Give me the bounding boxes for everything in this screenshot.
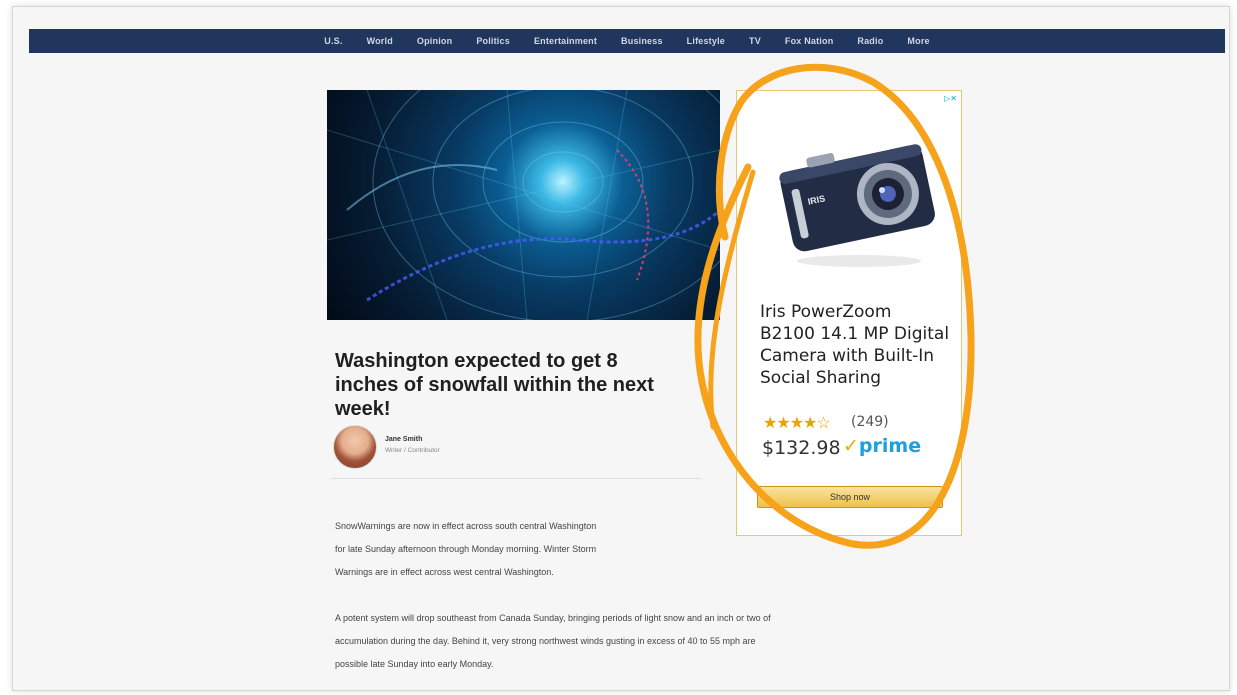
nav-item-fox-nation[interactable]: Fox Nation (785, 36, 834, 46)
prime-badge: ✓prime (843, 435, 921, 457)
author-name[interactable]: Jane Smith (385, 436, 422, 443)
ad-title-line: Iris PowerZoom (760, 302, 892, 322)
nav-item-more[interactable]: More (907, 36, 929, 46)
paragraph-line: for late Sunday afternoon through Monday… (335, 544, 597, 554)
ad-price: $132.98 (762, 437, 841, 459)
ad-product-title[interactable]: Iris PowerZoom B2100 14.1 MP Digital Cam… (760, 301, 956, 389)
ad-title-line: Social Sharing (760, 368, 882, 388)
camera-image[interactable]: IRIS (769, 113, 939, 273)
nav-item-tv[interactable]: TV (749, 36, 761, 46)
paragraph-line: SnowWarnings are now in effect across so… (335, 521, 597, 531)
divider (331, 478, 701, 479)
ad-choices-icon[interactable]: ▷✕ (937, 94, 957, 106)
author-avatar[interactable] (333, 425, 377, 469)
author-role: Writer / Contributor (385, 447, 440, 454)
ad-title-line: Camera with Built-In (760, 346, 935, 366)
nav-item-opinion[interactable]: Opinion (417, 36, 452, 46)
top-navigation: U.S. World Opinion Politics Entertainmen… (29, 29, 1225, 53)
nav-item-lifestyle[interactable]: Lifestyle (687, 36, 725, 46)
paragraph-line: A potent system will drop southeast from… (335, 613, 771, 623)
nav-item-business[interactable]: Business (621, 36, 663, 46)
product-ad[interactable]: ▷✕ IRIS Iris PowerZoom B2100 14.1 MP Dig… (736, 90, 962, 536)
nav-item-world[interactable]: World (367, 36, 393, 46)
nav-item-us[interactable]: U.S. (324, 36, 342, 46)
paragraph-line: Warnings are in effect across west centr… (335, 567, 554, 577)
review-count[interactable]: (249) (851, 414, 889, 430)
shop-now-button[interactable]: Shop now (757, 486, 943, 508)
paragraph-line: accumulation during the day. Behind it, … (335, 636, 756, 646)
camera-icon: IRIS (779, 144, 935, 267)
hero-image-storm-radar[interactable] (327, 90, 720, 320)
browser-frame: U.S. World Opinion Politics Entertainmen… (12, 6, 1230, 691)
paragraph-line: possible late Sunday into early Monday. (335, 659, 494, 669)
nav-item-radio[interactable]: Radio (857, 36, 883, 46)
nav-item-entertainment[interactable]: Entertainment (534, 36, 597, 46)
article-headline: Washington expected to get 8 inches of s… (335, 350, 654, 420)
article-paragraph-2: A potent system will drop southeast from… (335, 607, 771, 676)
rating-stars-icon: ★★★★☆ (763, 415, 831, 432)
nav-item-politics[interactable]: Politics (476, 36, 510, 46)
radar-graphic (327, 90, 720, 320)
article-paragraph-1: SnowWarnings are now in effect across so… (335, 515, 596, 584)
ad-title-line: B2100 14.1 MP Digital (760, 324, 950, 344)
prime-label: prime (858, 435, 922, 457)
prime-check-icon: ✓ (843, 435, 859, 457)
